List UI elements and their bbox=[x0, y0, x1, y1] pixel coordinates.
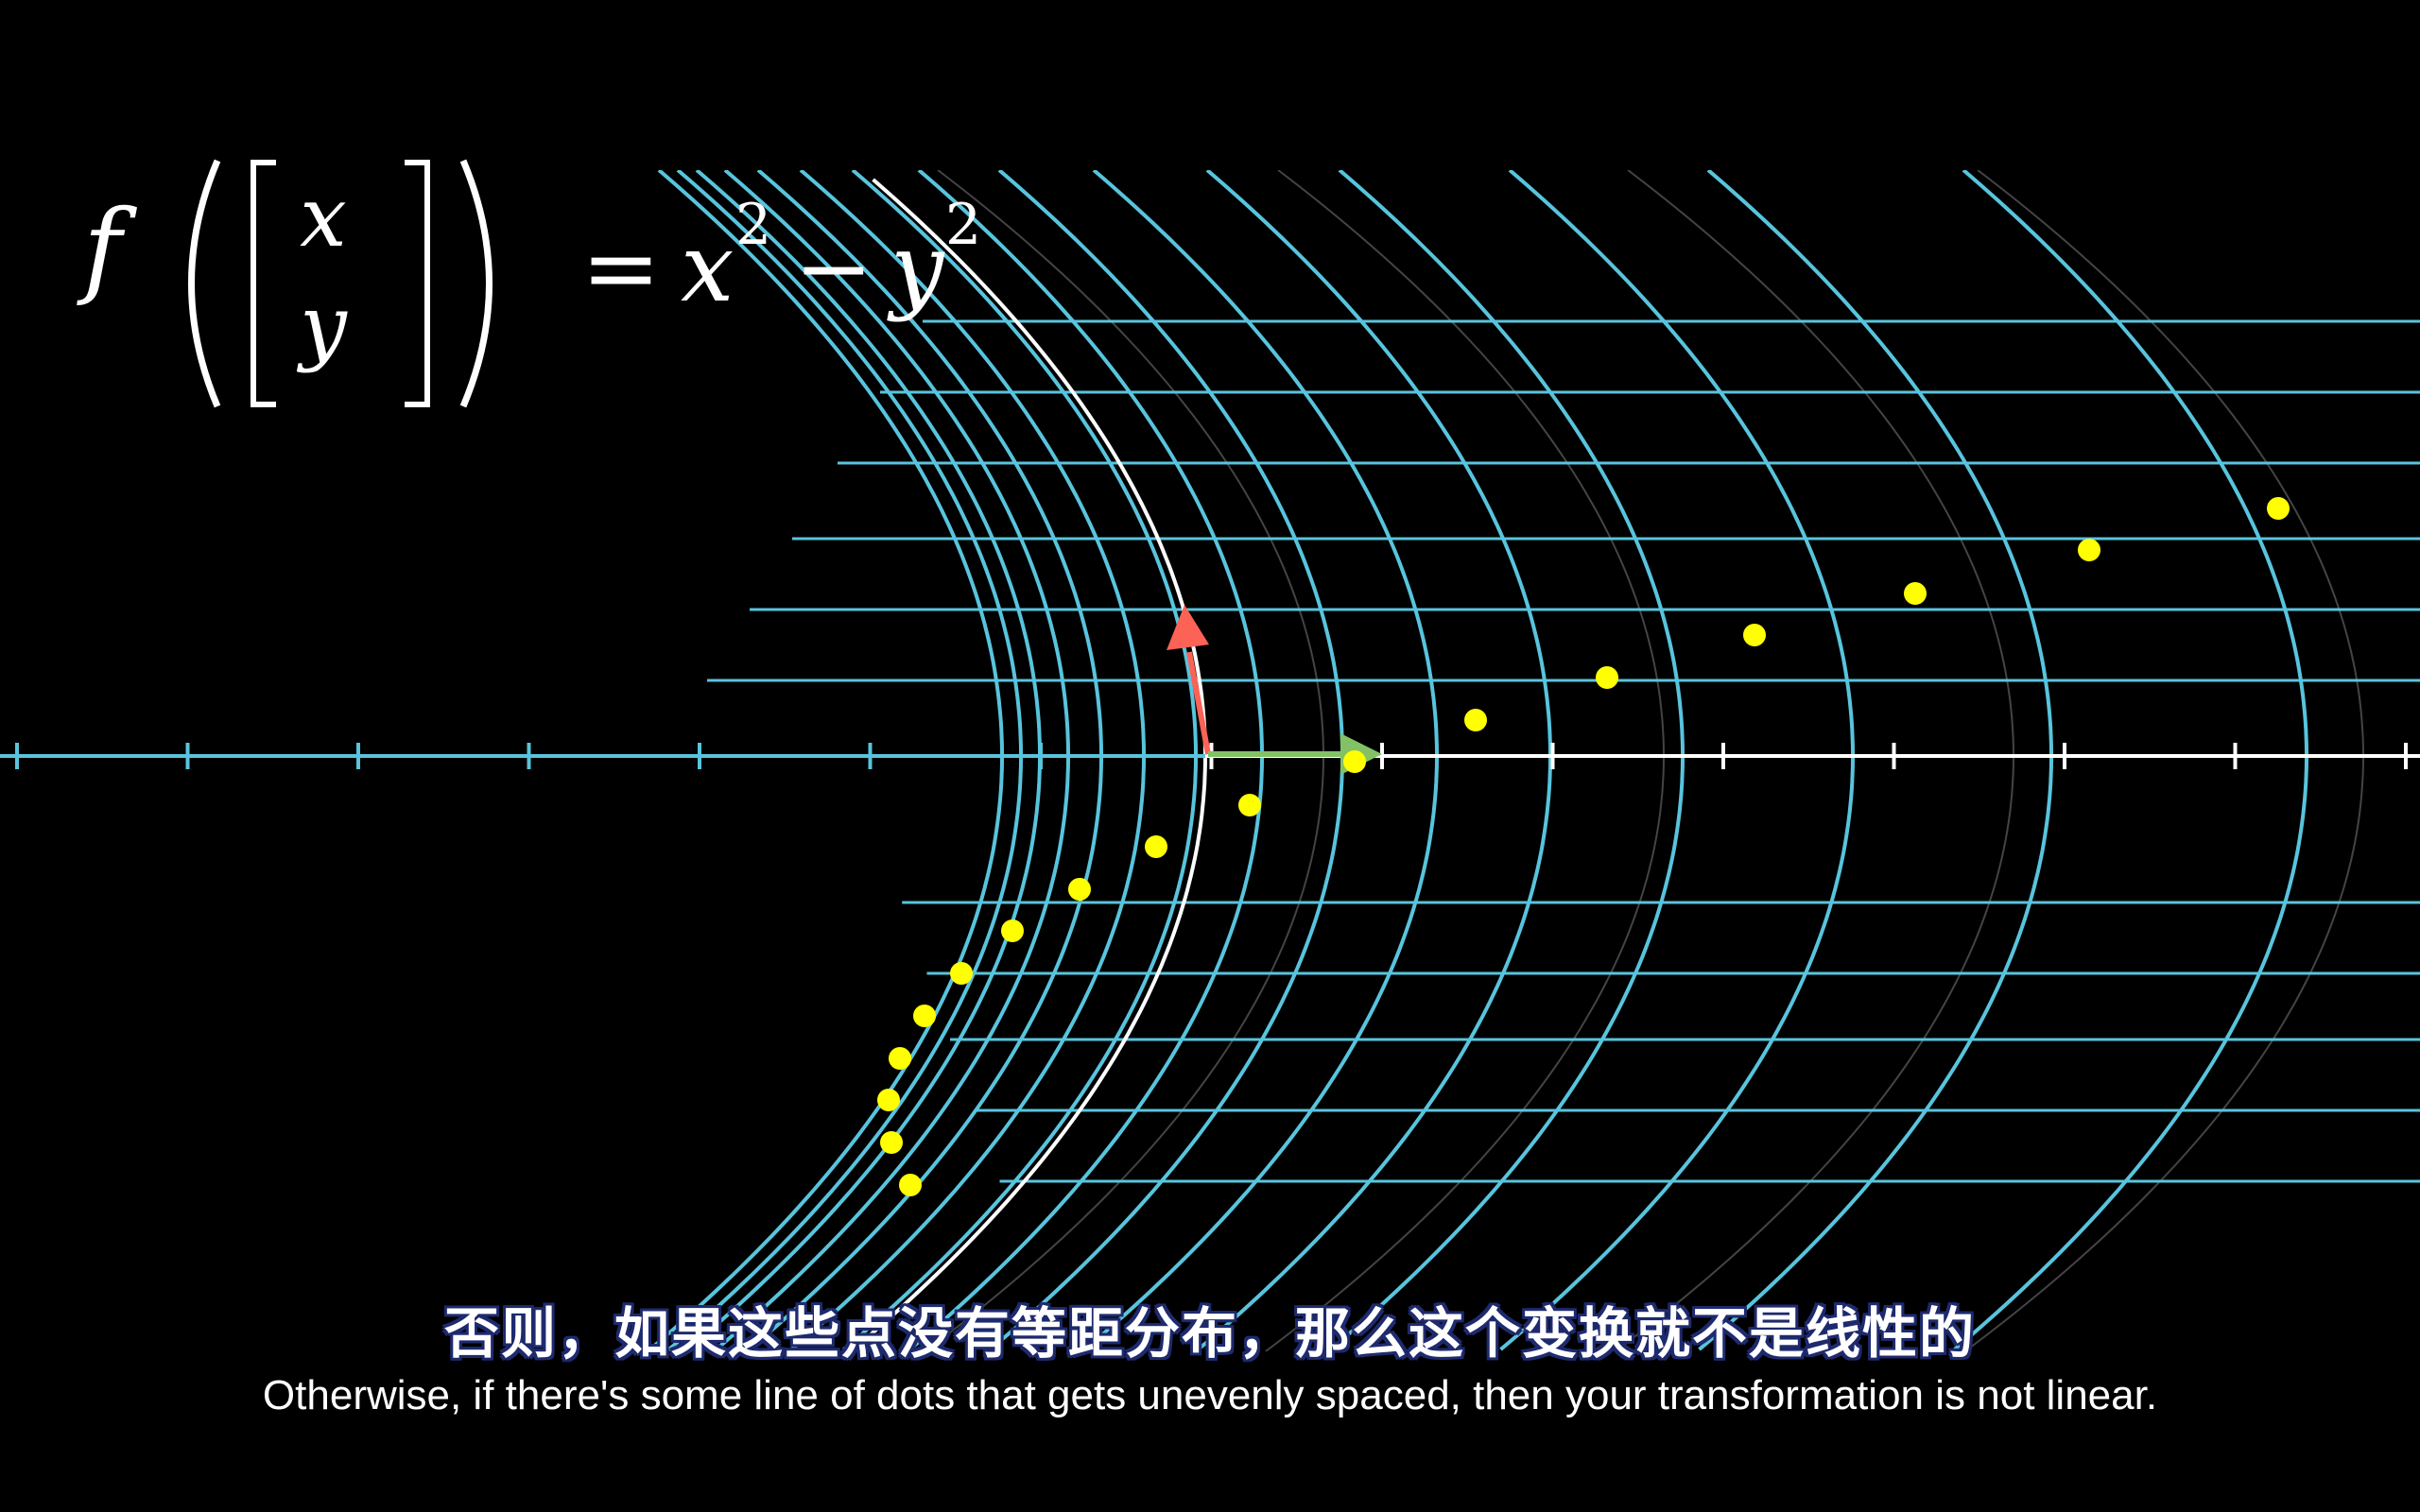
faint-grid-arc bbox=[1964, 170, 2365, 1351]
right-bracket bbox=[405, 160, 430, 407]
subtitle-chinese: 否则，如果这些点没有等距分布，那么这个变换就不是线性的 bbox=[443, 1301, 1976, 1366]
dot-line bbox=[877, 497, 2290, 1196]
subtitle-english: Otherwise, if there's some line of dots … bbox=[262, 1372, 2158, 1418]
faint-grid-arc bbox=[1615, 170, 2015, 1351]
yellow-dot bbox=[2267, 497, 2290, 520]
exponent-x: 2 bbox=[735, 192, 771, 258]
yellow-dot bbox=[1238, 794, 1261, 816]
yellow-dot bbox=[880, 1131, 903, 1154]
grid-parabola-arc bbox=[1953, 170, 2308, 1351]
grid-parabola-arc bbox=[989, 170, 1344, 1351]
grid-parabola-arc bbox=[1698, 170, 2053, 1351]
yellow-dot bbox=[1343, 750, 1366, 773]
yellow-dot bbox=[1596, 666, 1618, 689]
function-f: f bbox=[77, 187, 137, 308]
right-paren bbox=[459, 159, 493, 408]
yellow-dot bbox=[1464, 709, 1487, 731]
yellow-dot bbox=[889, 1047, 911, 1070]
equals-sign: = bbox=[581, 213, 661, 323]
vector-y: y bbox=[296, 277, 348, 374]
arrow-up-icon bbox=[1167, 605, 1209, 650]
rhs-y: y bbox=[887, 213, 945, 323]
basis-vectors bbox=[1167, 605, 1382, 775]
rhs-x: x bbox=[681, 213, 734, 323]
vector-x: x bbox=[300, 168, 347, 266]
yellow-dot bbox=[899, 1174, 922, 1196]
yellow-dot bbox=[1001, 919, 1024, 942]
faint-grid-arc bbox=[1265, 170, 1666, 1351]
exponent-y: 2 bbox=[945, 192, 981, 258]
yellow-dot bbox=[1068, 878, 1091, 901]
yellow-dot bbox=[877, 1089, 900, 1111]
yellow-dot bbox=[950, 962, 973, 985]
yellow-dot bbox=[1145, 835, 1167, 858]
minus-sign: − bbox=[794, 213, 873, 323]
left-paren bbox=[188, 159, 221, 408]
yellow-dot bbox=[1743, 624, 1766, 646]
yellow-dot bbox=[1904, 582, 1927, 605]
yellow-dot bbox=[913, 1005, 936, 1027]
grid-parabola-arc bbox=[1197, 170, 1552, 1351]
function-formula: f x y = x 2 − y 2 bbox=[77, 159, 981, 408]
left-bracket bbox=[251, 160, 276, 407]
yellow-dot bbox=[2078, 539, 2100, 561]
